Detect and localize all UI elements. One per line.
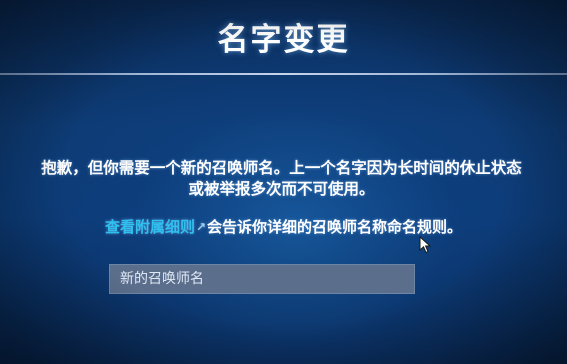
summoner-name-input[interactable] <box>109 264 415 294</box>
title-divider <box>0 73 567 75</box>
rules-description: 会告诉你详细的召唤师名称命名规则。 <box>207 218 463 236</box>
message-line-1: 抱歉，但你需要一个新的召唤师名。上一个名字因为长时间的休止状态 <box>41 159 522 177</box>
rules-info: 查看附属细则↗会告诉你详细的召唤师名称命名规则。 <box>0 216 567 237</box>
mouse-pointer-icon <box>419 236 432 254</box>
external-link-icon: ↗ <box>195 220 207 234</box>
name-change-screen: 名字变更 抱歉，但你需要一个新的召唤师名。上一个名字因为长时间的休止状态 或被举… <box>0 0 567 364</box>
message-line-2: 或被举报多次而不可使用。 <box>188 180 375 198</box>
view-rules-link[interactable]: 查看附属细则 <box>105 218 195 236</box>
page-title: 名字变更 <box>217 22 350 58</box>
explanation-message: 抱歉，但你需要一个新的召唤师名。上一个名字因为长时间的休止状态 或被举报多次而不… <box>0 158 567 200</box>
